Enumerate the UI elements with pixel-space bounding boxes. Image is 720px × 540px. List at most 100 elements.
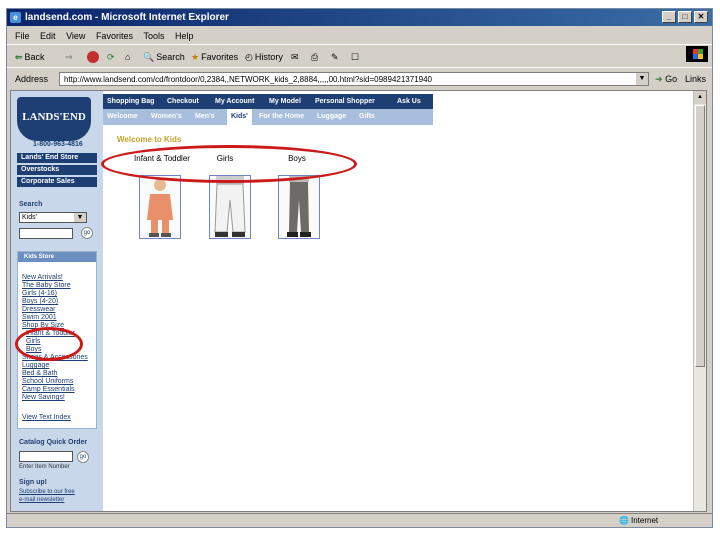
nav-shopping-bag[interactable]: Shopping Bag (107, 94, 154, 109)
page-title: Welcome to Kids (117, 135, 182, 144)
kids-link[interactable]: Girls (4-16) (22, 290, 57, 297)
address-label: Address (15, 74, 49, 84)
favorites-label: Favorites (201, 52, 239, 62)
go-button[interactable]: ➔ Go (655, 69, 677, 89)
address-input[interactable]: http://www.landsend.com/cd/frontdoor/0,2… (59, 72, 649, 86)
status-bar: 🌐 Internet (7, 513, 712, 527)
chevron-down-icon[interactable]: ▼ (636, 73, 648, 85)
kids-store-title: Kids Store (18, 252, 96, 262)
search-input[interactable] (19, 228, 73, 239)
top-nav: Shopping Bag Checkout My Account My Mode… (103, 94, 433, 109)
newsletter-link[interactable]: Subscribe to our free (19, 489, 75, 495)
history-label: History (254, 52, 283, 62)
item-number-hint: Enter Item Number (19, 464, 70, 470)
minimize-button[interactable]: _ (662, 11, 676, 23)
refresh-button[interactable]: ⟳ (107, 46, 115, 68)
print-button[interactable]: ⎙ (311, 46, 318, 68)
forward-button[interactable]: ⇒ (65, 46, 73, 68)
signup-label: Sign up! (19, 479, 47, 486)
back-label: Back (24, 52, 45, 62)
window-title: landsend.com - Microsoft Internet Explor… (25, 12, 229, 23)
scroll-thumb[interactable] (695, 105, 705, 367)
cat-home[interactable]: For the Home (259, 109, 304, 125)
nav-checkout[interactable]: Checkout (167, 94, 199, 109)
stop-button[interactable] (87, 46, 99, 68)
newsletter-link-2[interactable]: e-mail newsletter (19, 497, 64, 503)
address-bar: Address http://www.landsend.com/cd/front… (7, 69, 712, 89)
nav-my-model[interactable]: My Model (269, 94, 301, 109)
home-button[interactable]: ⌂ (125, 46, 130, 68)
search-icon: 🔍 (143, 52, 155, 62)
menu-view[interactable]: View (66, 31, 85, 41)
infant-child-image (147, 179, 173, 237)
back-arrow-icon: ⇐ (15, 52, 23, 62)
cat-luggage[interactable]: Luggage (317, 109, 346, 125)
edit-button[interactable]: ✎ (331, 46, 339, 68)
lands-end-store-button[interactable]: Lands' End Store (17, 153, 97, 163)
kids-link[interactable]: Swim 2001 (22, 314, 57, 321)
cat-kids[interactable]: Kids' (227, 109, 252, 125)
nav-personal-shopper[interactable]: Personal Shopper (315, 94, 375, 109)
history-icon: ◴ (245, 52, 253, 62)
kids-link[interactable]: Bed & Bath (22, 370, 57, 377)
search-go-button[interactable]: go (81, 227, 93, 239)
item-number-input[interactable] (19, 451, 73, 462)
cat-welcome[interactable]: Welcome (107, 109, 138, 125)
search-select-value: Kids' (22, 214, 37, 221)
vertical-scrollbar[interactable]: ▲ (693, 91, 706, 511)
favorites-button[interactable]: ★ Favorites (191, 46, 238, 68)
chevron-down-icon: ▼ (74, 213, 86, 222)
kids-link[interactable]: Camp Essentials (22, 386, 75, 393)
highlight-oval (15, 327, 83, 361)
menu-bar: File Edit View Favorites Tools Help (7, 27, 712, 62)
menu-tools[interactable]: Tools (143, 31, 164, 41)
menu-file[interactable]: File (15, 31, 30, 41)
zone-label: Internet (631, 516, 659, 525)
stop-icon (87, 51, 99, 63)
mail-icon: ✉ (291, 52, 299, 62)
cat-mens[interactable]: Men's (195, 109, 215, 125)
links-button[interactable]: Links (685, 69, 706, 89)
cat-gifts[interactable]: Gifts (359, 109, 375, 125)
girls-pants-image (214, 176, 246, 237)
category-nav: Welcome Women's Men's Kids' For the Home… (103, 109, 433, 125)
menu-help[interactable]: Help (175, 31, 194, 41)
corporate-sales-button[interactable]: Corporate Sales (17, 177, 97, 187)
forward-arrow-icon: ⇒ (65, 52, 73, 62)
kids-link[interactable]: Dresswear (22, 306, 55, 313)
menu-edit[interactable]: Edit (40, 31, 56, 41)
nav-ask-us[interactable]: Ask Us (397, 94, 421, 109)
title-bar: e landsend.com - Microsoft Internet Expl… (7, 9, 712, 26)
girls-photo[interactable] (209, 175, 251, 239)
search-button[interactable]: 🔍 Search (143, 46, 185, 68)
discuss-button[interactable]: ☐ (351, 46, 359, 68)
search-label: Search (19, 201, 43, 208)
kids-link[interactable]: The Baby Store (22, 282, 71, 289)
kids-link[interactable]: School Uniforms (22, 378, 73, 385)
toolbar: ⇐ Back ⇒ ⟳ ⌂ 🔍 Search ★ Favorites ◴ Hist… (7, 46, 712, 68)
close-button[interactable]: ✕ (694, 11, 708, 23)
quick-order-go-button[interactable]: go (77, 451, 89, 463)
maximize-button[interactable]: □ (678, 11, 692, 23)
overstocks-button[interactable]: Overstocks (17, 165, 97, 175)
scroll-up-icon[interactable]: ▲ (694, 91, 706, 104)
search-select[interactable]: Kids' ▼ (19, 212, 87, 223)
go-arrow-icon: ➔ (655, 74, 663, 84)
menu-favorites[interactable]: Favorites (96, 31, 133, 41)
ie-icon: e (10, 12, 21, 23)
nav-my-account[interactable]: My Account (215, 94, 254, 109)
kids-link[interactable]: Luggage (22, 362, 49, 369)
mail-button[interactable]: ✉ (291, 46, 299, 68)
history-button[interactable]: ◴ History (245, 46, 283, 68)
landsend-logo[interactable]: LANDS'END (17, 97, 91, 141)
back-button[interactable]: ⇐ Back (15, 46, 45, 68)
quick-order-label: Catalog Quick Order (19, 439, 88, 446)
kids-link[interactable]: Boys (4-20) (22, 298, 58, 305)
boys-photo[interactable] (278, 175, 320, 239)
view-text-index-link[interactable]: View Text Index (22, 414, 71, 421)
cat-womens[interactable]: Women's (151, 109, 182, 125)
infant-photo[interactable] (139, 175, 181, 239)
kids-link[interactable]: New Arrivals! (22, 274, 63, 281)
kids-link[interactable]: New Savings! (22, 394, 65, 401)
discuss-icon: ☐ (351, 52, 360, 62)
